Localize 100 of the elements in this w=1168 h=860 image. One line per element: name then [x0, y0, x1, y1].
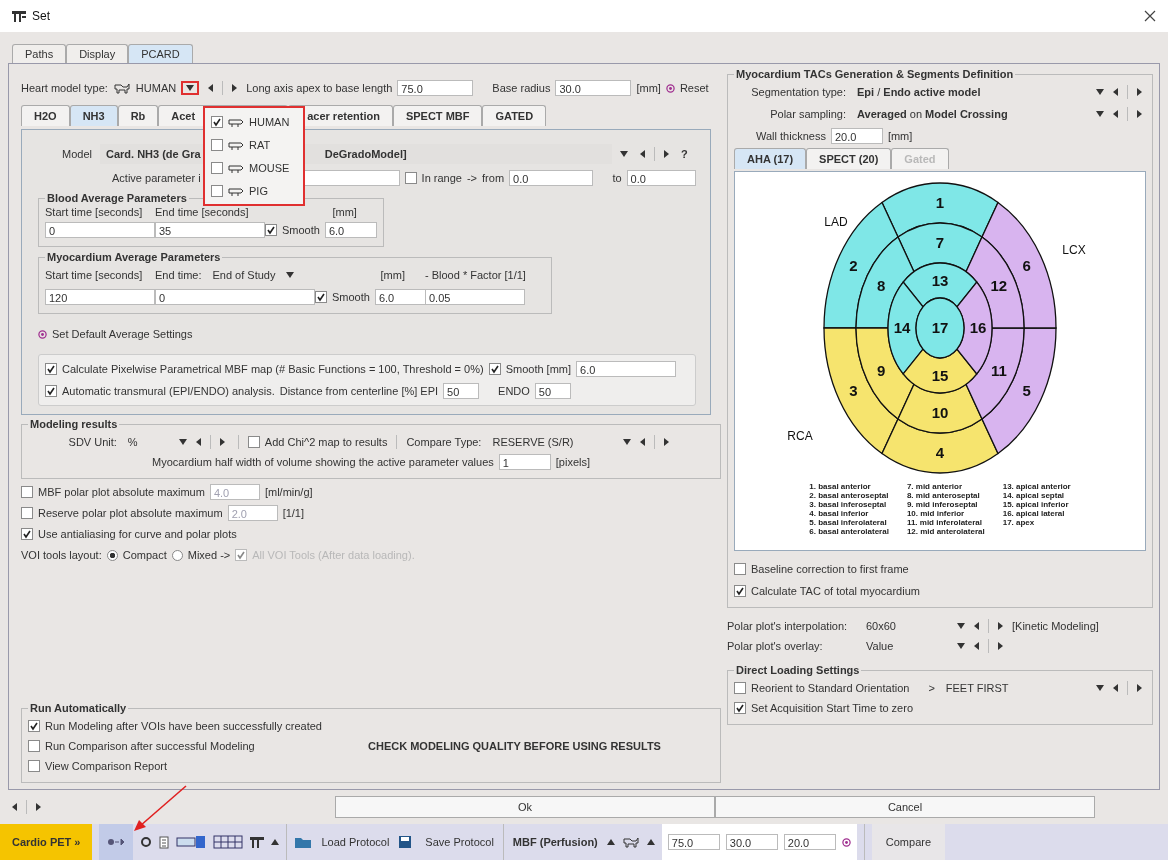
- sampling-dropdown[interactable]: Averaged on Model Crossing: [851, 104, 1091, 124]
- text-field[interactable]: 75.0: [397, 80, 474, 96]
- document-icon[interactable]: [159, 835, 170, 849]
- next-arrow-icon[interactable]: [663, 150, 669, 158]
- text-field[interactable]: 6.0: [576, 361, 677, 377]
- checkbox[interactable]: [211, 138, 223, 151]
- up-caret-icon[interactable]: [646, 839, 655, 845]
- text-field[interactable]: 50: [443, 383, 480, 399]
- previous-arrow-icon[interactable]: [208, 84, 214, 92]
- dropdown-caret-icon[interactable]: [286, 272, 295, 278]
- load-protocol-button[interactable]: Load Protocol: [319, 836, 392, 848]
- tab[interactable]: Paths: [12, 44, 67, 63]
- next-arrow-icon[interactable]: [998, 622, 1003, 630]
- text-field[interactable]: 50: [534, 383, 571, 399]
- next-arrow-icon[interactable]: [36, 803, 41, 811]
- tab[interactable]: SPECT (20): [806, 148, 892, 169]
- text-field[interactable]: 0.0: [626, 170, 696, 186]
- text-field[interactable]: 75.0: [667, 834, 720, 850]
- checkbox[interactable]: [734, 563, 746, 575]
- checkbox[interactable]: [28, 720, 40, 732]
- tab[interactable]: NH3: [69, 105, 118, 126]
- tab[interactable]: Display: [66, 44, 129, 63]
- previous-arrow-icon[interactable]: [1113, 88, 1118, 96]
- checkbox[interactable]: [21, 486, 33, 498]
- grid-icon[interactable]: [213, 835, 244, 849]
- menu-item[interactable]: PIG: [205, 179, 303, 202]
- text-field[interactable]: 30.0: [725, 834, 778, 850]
- text-field[interactable]: 20.0: [830, 128, 883, 144]
- checkbox[interactable]: [734, 585, 746, 597]
- dropdown-caret-icon[interactable]: [619, 151, 628, 157]
- text-field[interactable]: 120: [45, 289, 155, 305]
- text-field[interactable]: 35: [155, 222, 265, 238]
- next-arrow-icon[interactable]: [1137, 110, 1142, 118]
- dropdown-caret-icon[interactable]: [623, 439, 632, 445]
- tab[interactable]: H2O: [21, 105, 70, 126]
- checkbox[interactable]: [45, 363, 57, 375]
- text-field[interactable]: 0: [45, 222, 155, 238]
- previous-arrow-icon[interactable]: [12, 803, 17, 811]
- dropdown-caret-icon[interactable]: [1096, 111, 1104, 117]
- checkbox[interactable]: [247, 436, 260, 448]
- up-caret-icon[interactable]: [606, 839, 615, 845]
- app-menu-button[interactable]: Cardio PET »: [0, 824, 93, 860]
- tab[interactable]: PCARD: [128, 44, 193, 63]
- reset-button[interactable]: Reset: [679, 82, 709, 94]
- next-arrow-icon[interactable]: [1137, 88, 1142, 96]
- close-icon[interactable]: [1144, 10, 1156, 22]
- app-icon[interactable]: [250, 836, 265, 848]
- dropdown-caret-icon[interactable]: [1096, 685, 1104, 691]
- text-field[interactable]: 6.0: [324, 222, 377, 238]
- previous-arrow-icon[interactable]: [1113, 684, 1118, 692]
- text-field[interactable]: 6.0: [374, 289, 427, 305]
- dropdown-button[interactable]: [181, 81, 200, 95]
- mode-button[interactable]: MBF (Perfusion): [510, 836, 600, 848]
- text-field[interactable]: 0: [155, 289, 315, 305]
- checkbox[interactable]: [211, 184, 223, 197]
- next-arrow-icon[interactable]: [1137, 684, 1142, 692]
- checkbox[interactable]: [734, 702, 746, 714]
- checkbox[interactable]: [28, 760, 40, 772]
- checkbox[interactable]: [21, 528, 33, 540]
- orientation-dropdown[interactable]: FEET FIRST: [939, 678, 1091, 698]
- dropdown[interactable]: 60x60: [860, 616, 952, 636]
- dropdown-caret-icon[interactable]: [178, 439, 187, 445]
- ring-icon[interactable]: [140, 836, 153, 848]
- segmentation-dropdown[interactable]: Epi / Endo active model: [851, 82, 1091, 102]
- text-field[interactable]: 1: [498, 454, 551, 470]
- previous-arrow-icon[interactable]: [640, 438, 646, 446]
- previous-arrow-icon[interactable]: [639, 150, 645, 158]
- checkbox[interactable]: [404, 172, 417, 184]
- sdv-unit-dropdown[interactable]: %: [121, 432, 174, 452]
- reset-icon[interactable]: [665, 83, 675, 93]
- target-icon[interactable]: [38, 329, 47, 339]
- end-time-dropdown[interactable]: End of Study: [206, 265, 282, 285]
- tab[interactable]: GATED: [482, 105, 547, 126]
- dropdown[interactable]: Value: [860, 636, 952, 656]
- save-protocol-button[interactable]: Save Protocol: [423, 836, 496, 848]
- compare-button[interactable]: Compare: [871, 824, 946, 860]
- radio-button[interactable]: [171, 549, 183, 561]
- text-field[interactable]: 0.0: [509, 170, 594, 186]
- dialog-button[interactable]: Cancel: [715, 796, 1095, 818]
- next-arrow-icon[interactable]: [664, 438, 670, 446]
- previous-arrow-icon[interactable]: [974, 642, 979, 650]
- dropdown-caret-icon[interactable]: [1096, 89, 1104, 95]
- checkbox[interactable]: [488, 363, 501, 375]
- next-arrow-icon[interactable]: [232, 84, 238, 92]
- next-arrow-icon[interactable]: [219, 438, 225, 446]
- heart-model-icon[interactable]: [621, 836, 640, 848]
- compare-type-dropdown[interactable]: RESERVE (S/R): [486, 432, 619, 452]
- dialog-button[interactable]: Ok: [335, 796, 715, 818]
- next-arrow-icon[interactable]: [998, 642, 1003, 650]
- previous-arrow-icon[interactable]: [974, 622, 979, 630]
- checkbox[interactable]: [45, 385, 57, 397]
- target-icon[interactable]: [841, 837, 851, 847]
- checkbox[interactable]: [734, 682, 746, 694]
- tab[interactable]: Rb: [117, 105, 159, 126]
- checkbox[interactable]: [211, 115, 223, 128]
- tab[interactable]: SPECT MBF: [392, 105, 483, 126]
- checkbox[interactable]: [265, 224, 277, 236]
- text-field[interactable]: 30.0: [555, 80, 632, 96]
- previous-arrow-icon[interactable]: [1113, 110, 1118, 118]
- set-default-button[interactable]: Set Default Average Settings: [52, 328, 193, 340]
